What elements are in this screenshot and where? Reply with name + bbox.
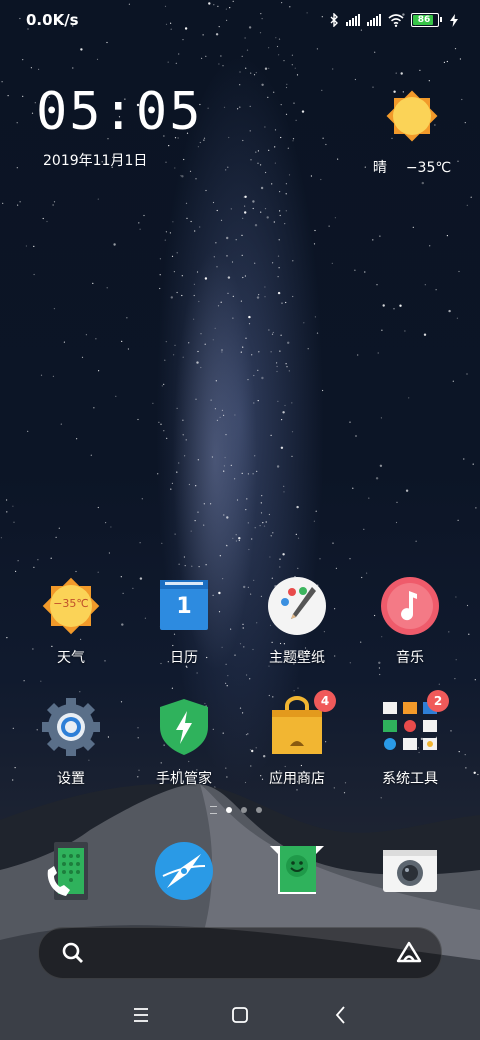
app-settings[interactable]: 设置 <box>16 696 126 788</box>
app-label: 手机管家 <box>156 771 212 787</box>
sun-icon <box>386 90 438 142</box>
messages-icon <box>266 840 328 902</box>
app-security[interactable]: 手机管家 <box>129 696 239 788</box>
battery-level: 86 <box>417 15 431 25</box>
app-label: 系统工具 <box>382 771 438 787</box>
weather-widget[interactable]: 晴 −35℃ <box>372 85 452 177</box>
browser-compass-icon <box>153 840 215 902</box>
music-note-icon <box>379 575 441 637</box>
status-bar: 0.0K/s 86 <box>0 0 480 40</box>
phone-icon <box>40 840 102 902</box>
navigation-bar <box>0 990 480 1040</box>
page-indicator-menu-icon <box>210 806 217 814</box>
clock-time[interactable]: 05:05 <box>36 82 203 142</box>
gear-icon <box>40 696 102 758</box>
calendar-day: 1 <box>176 594 192 619</box>
dock-camera[interactable] <box>355 840 465 902</box>
palette-icon <box>266 575 328 637</box>
page-dot <box>241 807 247 813</box>
app-label: 设置 <box>57 771 85 787</box>
cell-signal-1-icon <box>346 14 360 26</box>
camera-icon <box>379 840 441 902</box>
weather-condition: 晴 <box>372 160 387 176</box>
wifi-icon <box>388 13 404 27</box>
app-label: 音乐 <box>396 650 424 666</box>
app-store[interactable]: 4 应用商店 <box>242 690 352 788</box>
shopping-bag-icon: 4 <box>266 690 336 758</box>
menu-icon[interactable] <box>126 1000 156 1030</box>
page-dot <box>256 807 262 813</box>
clock-date[interactable]: 2019年11月1日 <box>43 150 147 170</box>
app-label: 应用商店 <box>269 771 325 787</box>
app-calendar[interactable]: 1 日历 <box>129 575 239 667</box>
search-bar[interactable] <box>38 927 442 979</box>
charging-bolt-icon <box>450 13 458 27</box>
home-icon[interactable] <box>225 1000 255 1030</box>
app-weather[interactable]: −35℃ 天气 <box>16 575 126 667</box>
battery-icon: 86 <box>411 13 442 27</box>
cell-signal-2-icon <box>367 14 381 26</box>
shield-bolt-icon <box>153 696 215 758</box>
calendar-icon: 1 <box>153 575 215 637</box>
app-music[interactable]: 音乐 <box>355 575 465 667</box>
app-folder-system-tools[interactable]: 2 系统工具 <box>355 690 465 788</box>
weather-temperature: −35℃ <box>405 160 452 176</box>
search-icon <box>62 942 83 963</box>
back-icon[interactable] <box>326 1000 356 1030</box>
weather-icon-temp: −35℃ <box>53 597 89 610</box>
app-themes[interactable]: 主题壁纸 <box>242 575 352 667</box>
notification-badge: 4 <box>314 690 336 712</box>
app-label: 日历 <box>170 650 198 666</box>
folder-icon: 2 <box>379 690 449 758</box>
notification-badge: 2 <box>427 690 449 712</box>
dock-messages[interactable] <box>242 840 352 902</box>
page-dot-active <box>226 807 232 813</box>
dock-browser[interactable] <box>129 840 239 902</box>
app-label: 主题壁纸 <box>269 650 325 666</box>
bluetooth-icon <box>330 13 338 27</box>
dock-phone[interactable] <box>16 840 126 902</box>
network-speed: 0.0K/s <box>26 11 79 29</box>
weather-sun-icon: −35℃ <box>40 575 102 637</box>
app-label: 天气 <box>57 650 85 666</box>
assistant-icon[interactable] <box>395 940 423 966</box>
page-indicator[interactable] <box>210 806 262 814</box>
